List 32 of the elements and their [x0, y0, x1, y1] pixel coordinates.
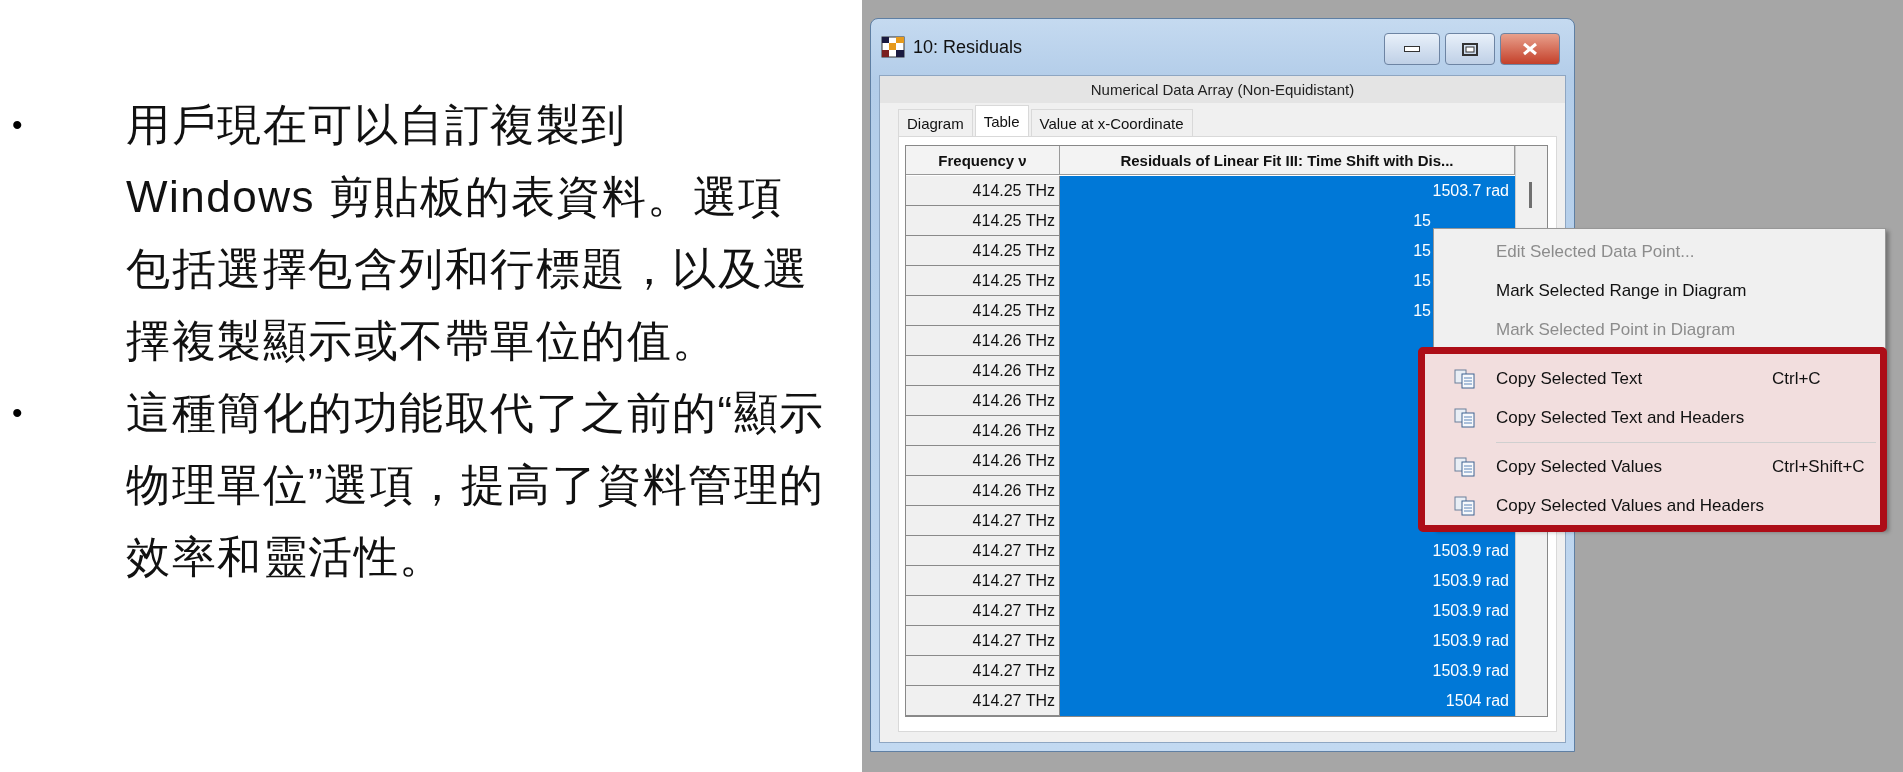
table-cell: 414.25 THz — [906, 176, 1060, 206]
table-cell: 414.26 THz — [906, 446, 1060, 476]
table-cell: 414.27 THz — [906, 596, 1060, 626]
table-cell: 414.25 THz — [906, 266, 1060, 296]
table-cell: 414.27 THz — [906, 536, 1060, 566]
table-cell: 414.26 THz — [906, 476, 1060, 506]
view-heading: Numerical Data Array (Non-Equidistant) — [880, 76, 1565, 103]
table-cell: 1503.9 rad — [1060, 626, 1515, 656]
table-cell: 15 — [1060, 206, 1515, 236]
table-cell: 1503.9 rad — [1060, 536, 1515, 566]
table-cell: 414.25 THz — [906, 236, 1060, 266]
table-cell: 1503.9 rad — [1060, 566, 1515, 596]
table-cell: 1504 rad — [1060, 686, 1515, 716]
window-title: 10: Residuals — [913, 36, 1023, 58]
table-cell: 414.26 THz — [906, 356, 1060, 386]
bullet: • — [12, 395, 24, 431]
table-cell: 1503.7 rad — [1060, 176, 1515, 206]
table-cell: 414.27 THz — [906, 566, 1060, 596]
table-cell: 414.27 THz — [906, 686, 1060, 716]
table-cell: 414.27 THz — [906, 506, 1060, 536]
table-cell: 1503.9 rad — [1060, 596, 1515, 626]
table-cell: 414.27 THz — [906, 656, 1060, 686]
table-cell: 414.26 THz — [906, 326, 1060, 356]
table-cell: 1503.9 rad — [1060, 656, 1515, 686]
table-cell: 414.25 THz — [906, 206, 1060, 236]
bullet-text: 這種簡化的功能取代了之前的“顯示物理單位”選項，提高了資料管理的效率和靈活性。 — [126, 387, 826, 583]
bullet: • — [12, 107, 24, 143]
table-cell: 414.27 THz — [906, 626, 1060, 656]
table-cell: 414.26 THz — [906, 416, 1060, 446]
bullet-text: 用戶現在可以自訂複製到 Windows 剪貼板的表資料。選項包括選擇包含列和行標題，以及選擇複製顯示或不帶單位的值。 — [126, 99, 810, 367]
table-cell: 414.25 THz — [906, 296, 1060, 326]
table-cell: 414.26 THz — [906, 386, 1060, 416]
